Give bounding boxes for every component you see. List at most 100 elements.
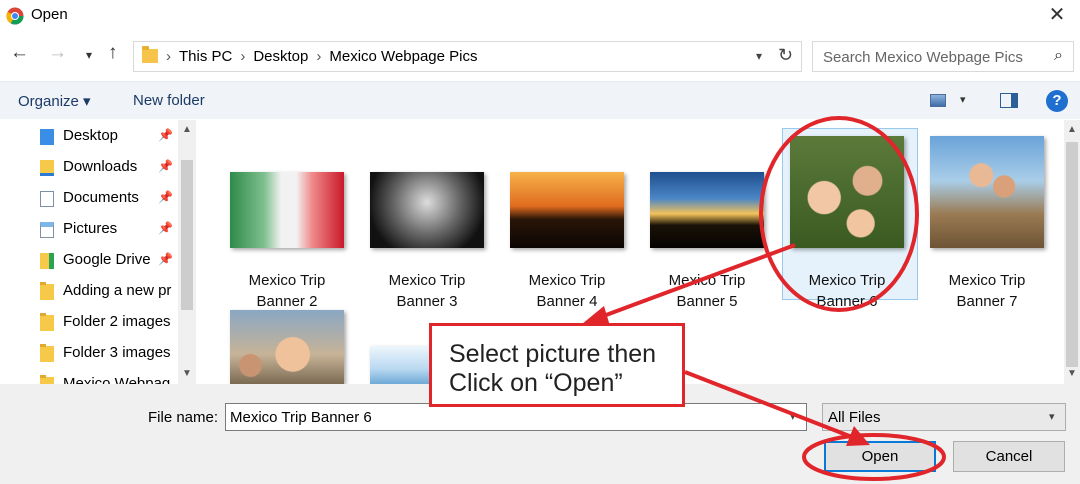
- thumbnail-image: [230, 172, 344, 248]
- thumbnail-image: [230, 310, 344, 384]
- refresh-icon[interactable]: ↻: [778, 45, 793, 66]
- sidebar-item-label: Adding a new pr: [63, 282, 172, 299]
- scrollbar-thumb[interactable]: [1066, 142, 1078, 367]
- downloads-folder-icon: [40, 160, 54, 176]
- sidebar-item-desktop[interactable]: Desktop 📌: [38, 122, 178, 150]
- file-name-input[interactable]: Mexico Trip Banner 6: [225, 403, 807, 431]
- instruction-callout: Select picture then Click on “Open”: [429, 323, 685, 407]
- help-icon[interactable]: ?: [1046, 90, 1068, 112]
- chevron-down-icon: ▾: [1049, 411, 1055, 423]
- navigation-pane: Desktop 📌 Downloads 📌 Documents 📌 Pictur…: [0, 120, 198, 384]
- content-scrollbar[interactable]: ▲ ▼: [1064, 120, 1080, 384]
- breadcrumb-current-folder[interactable]: Mexico Webpage Pics: [329, 48, 477, 65]
- file-name-caption: Mexico Trip Banner 5: [668, 272, 746, 310]
- chevron-right-icon[interactable]: ›: [240, 48, 245, 65]
- sidebar-item-label: Pictures: [63, 220, 118, 237]
- folder-icon: [40, 282, 54, 300]
- title-bar: Open ✕: [0, 0, 1080, 32]
- breadcrumb: › This PC › Desktop › Mexico Webpage Pics: [164, 48, 484, 65]
- close-button[interactable]: ✕: [1034, 0, 1080, 32]
- file-name-caption: Mexico Trip Banner 6: [808, 272, 886, 310]
- sidebar-item-label: Downloads: [63, 158, 138, 175]
- file-tile-selected[interactable]: Mexico Trip Banner 6: [780, 132, 910, 312]
- sidebar-item-label: Folder 2 images: [63, 313, 171, 330]
- folder-icon: [40, 344, 54, 362]
- file-name-caption: Mexico Trip Banner 4: [528, 272, 606, 310]
- desktop-folder-icon: [40, 129, 54, 145]
- scrollbar-thumb[interactable]: [181, 160, 193, 310]
- chrome-icon: [6, 7, 24, 25]
- sidebar-item-folder-3-images[interactable]: Folder 3 images: [38, 339, 178, 367]
- sidebar-item-label: Desktop: [63, 127, 119, 144]
- folder-icon: [142, 46, 158, 63]
- sidebar-item-documents[interactable]: Documents 📌: [38, 184, 178, 212]
- recent-locations-dropdown[interactable]: ▾: [86, 48, 92, 62]
- thumbnail-image: [370, 172, 484, 248]
- file-tile[interactable]: Mexico Trip Banner 2: [220, 132, 350, 312]
- cancel-button[interactable]: Cancel: [953, 441, 1065, 472]
- thumbnail-image: [650, 172, 764, 248]
- sidebar-item-label: Mexico Webpag: [63, 375, 171, 384]
- sidebar-item-folder-2-images[interactable]: Folder 2 images: [38, 308, 178, 336]
- documents-folder-icon: [40, 191, 54, 207]
- file-tile[interactable]: Mexico Trip Banner 7: [920, 132, 1050, 312]
- open-button[interactable]: Open: [824, 441, 936, 472]
- sidebar-item-label: Documents: [63, 189, 139, 206]
- breadcrumb-this-pc[interactable]: This PC: [179, 48, 232, 65]
- file-tile[interactable]: [220, 306, 350, 384]
- address-bar[interactable]: › This PC › Desktop › Mexico Webpage Pics ▾ ↻: [133, 41, 802, 72]
- window-title: Open: [31, 6, 68, 23]
- instruction-text: Select picture then Click on “Open”: [449, 340, 657, 397]
- organize-button[interactable]: Organize ▾: [18, 92, 91, 110]
- file-name-caption: Mexico Trip Banner 7: [948, 272, 1026, 310]
- sidebar-item-pictures[interactable]: Pictures 📌: [38, 215, 178, 243]
- sidebar-item-downloads[interactable]: Downloads 📌: [38, 153, 178, 181]
- forward-button[interactable]: →: [48, 42, 67, 64]
- file-tile[interactable]: Mexico Trip Banner 5: [640, 132, 770, 312]
- sidebar-item-adding-a-new[interactable]: Adding a new pr: [38, 277, 178, 305]
- pin-icon[interactable]: 📌: [158, 159, 173, 173]
- view-options-dropdown[interactable]: ▾: [960, 93, 966, 106]
- breadcrumb-desktop[interactable]: Desktop: [253, 48, 308, 65]
- pin-icon[interactable]: 📌: [158, 252, 173, 266]
- scroll-down-icon[interactable]: ▼: [182, 368, 192, 379]
- back-button[interactable]: ←: [10, 42, 29, 64]
- toolbar: Organize ▾ New folder ▾ ?: [0, 81, 1080, 119]
- sidebar-item-label: Folder 3 images: [63, 344, 171, 361]
- sidebar-item-mexico-webpage[interactable]: Mexico Webpag: [38, 370, 178, 384]
- up-button[interactable]: ↑: [108, 42, 118, 64]
- search-icon: ⌕: [1054, 47, 1063, 64]
- search-input[interactable]: Search Mexico Webpage Pics ⌕: [812, 41, 1074, 72]
- chevron-right-icon[interactable]: ›: [316, 48, 321, 65]
- pin-icon[interactable]: 📌: [158, 128, 173, 142]
- chevron-right-icon[interactable]: ›: [166, 48, 171, 65]
- preview-pane-icon[interactable]: [1000, 93, 1018, 108]
- sidebar-item-label: Google Drive: [63, 251, 151, 268]
- chevron-down-icon[interactable]: ▾: [790, 410, 796, 423]
- google-drive-folder-icon: [40, 253, 54, 269]
- thumbnail-image: [930, 136, 1044, 248]
- scroll-up-icon[interactable]: ▲: [1067, 124, 1077, 135]
- file-name-value: Mexico Trip Banner 6: [230, 409, 372, 426]
- scroll-up-icon[interactable]: ▲: [182, 124, 192, 135]
- chevron-down-icon[interactable]: ▾: [756, 49, 762, 63]
- search-placeholder: Search Mexico Webpage Pics: [823, 49, 1023, 66]
- file-tile[interactable]: Mexico Trip Banner 4: [500, 132, 630, 312]
- pin-icon[interactable]: 📌: [158, 221, 173, 235]
- sidebar-item-google-drive[interactable]: Google Drive 📌: [38, 246, 178, 274]
- folder-icon: [40, 375, 54, 384]
- new-folder-button[interactable]: New folder: [133, 92, 205, 109]
- pictures-folder-icon: [40, 222, 54, 238]
- file-tile[interactable]: Mexico Trip Banner 3: [360, 132, 490, 312]
- thumbnail-image: [510, 172, 624, 248]
- sidebar-scrollbar[interactable]: ▲ ▼: [178, 120, 196, 384]
- file-type-value: All Files: [828, 409, 881, 426]
- scroll-down-icon[interactable]: ▼: [1067, 368, 1077, 379]
- folder-icon: [40, 313, 54, 331]
- file-type-select[interactable]: All Files ▾: [822, 403, 1066, 431]
- change-view-icon[interactable]: [930, 94, 946, 107]
- close-icon: ✕: [1048, 4, 1066, 26]
- file-name-label: File name:: [148, 409, 219, 426]
- thumbnail-image: [790, 136, 904, 248]
- pin-icon[interactable]: 📌: [158, 190, 173, 204]
